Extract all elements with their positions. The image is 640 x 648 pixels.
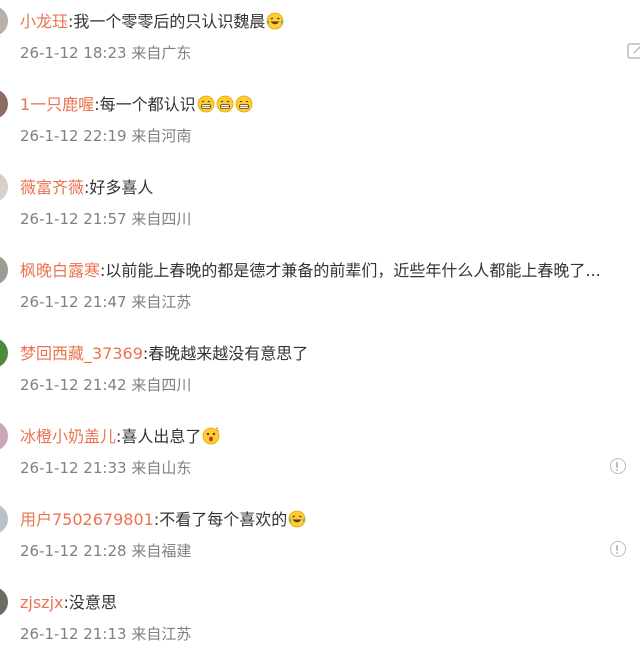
comment-location: 来自四川 xyxy=(131,210,192,228)
comment-text: 我一个零零后的只认识魏晨 xyxy=(73,12,266,31)
avatar[interactable] xyxy=(0,504,8,534)
comment-author[interactable]: 梦回西藏_37369 xyxy=(20,344,143,363)
avatar[interactable] xyxy=(0,338,8,368)
comment-content: 小龙珏:我一个零零后的只认识魏晨 xyxy=(20,12,284,35)
avatar[interactable] xyxy=(0,255,8,285)
grin-emoji xyxy=(216,95,234,118)
comment-author[interactable]: 用户7502679801 xyxy=(20,510,154,529)
avatar[interactable] xyxy=(0,89,8,119)
comment-author[interactable]: 小龙珏 xyxy=(20,12,68,31)
report-icon[interactable] xyxy=(610,541,626,557)
comment-content: 薇富齐薇:好多喜人 xyxy=(20,178,153,198)
comment-text: 以前能上春晚的都是德才兼备的前辈们，近些年什么人都能上春晚了... xyxy=(105,261,601,280)
comment-location: 来自福建 xyxy=(131,542,192,560)
edit-icon[interactable] xyxy=(626,42,640,60)
comment-location: 来自山东 xyxy=(131,459,192,477)
comment-date: 26-1-12 21:28 xyxy=(20,542,127,560)
comment-location: 来自河南 xyxy=(131,127,192,145)
comment-item: 枫晚白露寒:以前能上春晚的都是德才兼备的前辈们，近些年什么人都能上春晚了... … xyxy=(0,249,640,331)
comment-item: 梦回西藏_37369:春晚越来越没有意思了 26-1-12 21:42 来自四川 xyxy=(0,332,640,414)
comment-date: 26-1-12 21:33 xyxy=(20,459,127,477)
comment-date: 26-1-12 18:23 xyxy=(20,44,127,62)
comment-text: 好多喜人 xyxy=(89,178,154,197)
comment-author[interactable]: zjszjx xyxy=(20,593,64,612)
avatar[interactable] xyxy=(0,421,8,451)
comment-author[interactable]: 冰橙小奶盖儿 xyxy=(20,427,116,446)
avatar[interactable] xyxy=(0,6,8,36)
comment-item: zjszjx:没意思 26-1-12 21:13 来自江苏 xyxy=(0,581,640,648)
avatar[interactable] xyxy=(0,172,8,202)
comment-meta: 26-1-12 18:23 来自广东 xyxy=(20,44,191,62)
comment-meta: 26-1-12 21:13 来自江苏 xyxy=(20,625,191,643)
comment-text: 没意思 xyxy=(68,593,117,612)
comment-text: 每一个都认识 xyxy=(99,95,196,114)
comment-date: 26-1-12 21:57 xyxy=(20,210,127,228)
comment-item: 用户7502679801:不看了每个喜欢的 26-1-12 21:28 来自福建 xyxy=(0,498,640,580)
laugh-cry-emoji xyxy=(266,12,284,35)
comment-meta: 26-1-12 21:28 来自福建 xyxy=(20,542,191,560)
comment-content: 用户7502679801:不看了每个喜欢的 xyxy=(20,510,306,533)
comment-item: 1一只鹿喔:每一个都认识 26-1-12 22:19 来自河南 xyxy=(0,83,640,165)
comment-text: 春晚越来越没有意思了 xyxy=(148,344,309,363)
comment-meta: 26-1-12 21:57 来自四川 xyxy=(20,210,191,228)
grin-emoji xyxy=(197,95,215,118)
comment-item: 冰橙小奶盖儿:喜人出息了 26-1-12 21:33 来自山东 xyxy=(0,415,640,497)
comment-meta: 26-1-12 21:47 来自江苏 xyxy=(20,293,191,311)
comment-date: 26-1-12 21:13 xyxy=(20,625,127,643)
grin-emoji xyxy=(235,95,253,118)
comment-content: 冰橙小奶盖儿:喜人出息了 xyxy=(20,427,220,450)
comment-date: 26-1-12 21:42 xyxy=(20,376,127,394)
comment-location: 来自四川 xyxy=(131,376,192,394)
comment-author[interactable]: 枫晚白露寒 xyxy=(20,261,100,280)
comment-author[interactable]: 1一只鹿喔 xyxy=(20,95,94,114)
comment-location: 来自广东 xyxy=(131,44,192,62)
comment-content: zjszjx:没意思 xyxy=(20,593,117,613)
comment-author[interactable]: 薇富齐薇 xyxy=(20,178,84,197)
comment-meta: 26-1-12 22:19 来自河南 xyxy=(20,127,191,145)
comment-date: 26-1-12 22:19 xyxy=(20,127,127,145)
comment-location: 来自江苏 xyxy=(131,293,192,311)
comment-text: 喜人出息了 xyxy=(121,427,202,446)
comment-text: 不看了每个喜欢的 xyxy=(159,510,288,529)
comment-item: 薇富齐薇:好多喜人 26-1-12 21:57 来自四川 xyxy=(0,166,640,248)
surprised-emoji xyxy=(202,427,220,450)
avatar[interactable] xyxy=(0,587,8,617)
report-icon[interactable] xyxy=(610,458,626,474)
comment-date: 26-1-12 21:47 xyxy=(20,293,127,311)
comment-meta: 26-1-12 21:42 来自四川 xyxy=(20,376,191,394)
comment-location: 来自江苏 xyxy=(131,625,192,643)
comment-content: 梦回西藏_37369:春晚越来越没有意思了 xyxy=(20,344,308,364)
laugh-cry-emoji xyxy=(288,510,306,533)
comment-item: 小龙珏:我一个零零后的只认识魏晨 26-1-12 18:23 来自广东 xyxy=(0,0,640,82)
comment-list: 小龙珏:我一个零零后的只认识魏晨 26-1-12 18:23 来自广东 1一只鹿… xyxy=(0,0,640,648)
comment-content: 枫晚白露寒:以前能上春晚的都是德才兼备的前辈们，近些年什么人都能上春晚了... xyxy=(20,261,601,281)
comment-content: 1一只鹿喔:每一个都认识 xyxy=(20,95,253,118)
comment-meta: 26-1-12 21:33 来自山东 xyxy=(20,459,191,477)
